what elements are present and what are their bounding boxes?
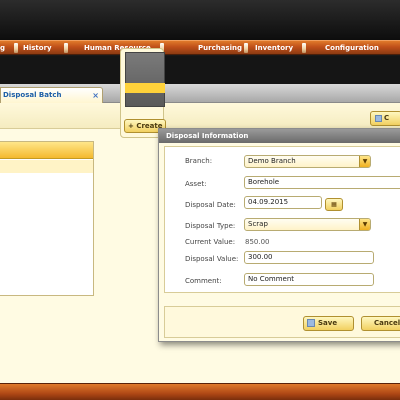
branch-label: Branch: [185, 157, 213, 165]
top-header [0, 0, 400, 40]
asset-field[interactable]: Borehole [244, 176, 400, 189]
main-menu-bar: g History Human Resource Purchasing Inve… [0, 40, 400, 55]
toolbar-button-label: C [384, 114, 390, 122]
bottom-bar [0, 383, 400, 400]
menu-separator [244, 43, 248, 53]
disposal-value-value: 300.00 [248, 253, 273, 261]
disposal-date-label: Disposal Date: [185, 201, 236, 209]
document-icon [375, 114, 382, 122]
batch-list-panel [0, 141, 94, 296]
batch-list-header [0, 142, 93, 159]
calendar-icon[interactable]: ▦ [325, 198, 343, 211]
toolbar-create-button[interactable]: C [370, 111, 400, 126]
toolbar: C [0, 103, 400, 129]
dialog-title[interactable]: Disposal Information [159, 129, 400, 143]
disposal-date-field[interactable]: 04.09.2015 [244, 196, 322, 209]
current-value-label: Current Value: [185, 238, 236, 246]
detail-grid-selected-row[interactable] [125, 83, 165, 93]
close-icon[interactable]: × [92, 88, 99, 103]
disposal-type-label: Disposal Type: [185, 222, 236, 230]
menu-item-configuration[interactable]: Configuration [325, 43, 379, 54]
disposal-type-value: Scrap [248, 220, 268, 228]
disposal-date-value: 04.09.2015 [248, 198, 289, 206]
batch-list-row[interactable] [0, 160, 93, 173]
detail-grid [125, 52, 165, 107]
menu-separator [302, 43, 306, 53]
disposal-value-label: Disposal Value: [185, 255, 239, 263]
chevron-down-icon[interactable]: ▼ [359, 219, 370, 230]
save-icon [307, 319, 315, 327]
comment-value: No Comment [248, 275, 295, 283]
menu-item-purchasing[interactable]: Purchasing [198, 43, 242, 54]
cancel-button-label: Cancel [374, 319, 400, 327]
header-gap [0, 56, 400, 84]
disposal-value-field[interactable]: 300.00 [244, 251, 374, 264]
save-button[interactable]: Save [303, 316, 354, 331]
comment-label: Comment: [185, 277, 222, 285]
menu-separator [14, 43, 18, 53]
comment-field[interactable]: No Comment [244, 273, 374, 286]
asset-value: Borehole [248, 178, 280, 186]
cancel-button[interactable]: Cancel [361, 316, 400, 331]
menu-item-inventory[interactable]: Inventory [255, 43, 293, 54]
tab-strip: Disposal Batch Information × [0, 84, 400, 114]
menu-item-partial[interactable]: g [0, 43, 5, 54]
tab-disposal-batch-information[interactable]: Disposal Batch Information × [0, 87, 103, 114]
menu-separator [64, 43, 68, 53]
disposal-type-select[interactable]: Scrap ▼ [244, 218, 371, 231]
branch-select[interactable]: Demo Branch ▼ [244, 155, 371, 168]
chevron-down-icon[interactable]: ▼ [359, 156, 370, 167]
branch-value: Demo Branch [248, 157, 296, 165]
menu-item-history[interactable]: History [23, 43, 52, 54]
save-button-label: Save [318, 319, 338, 327]
asset-label: Asset: [185, 180, 207, 188]
current-value: 850.00 [245, 238, 270, 246]
